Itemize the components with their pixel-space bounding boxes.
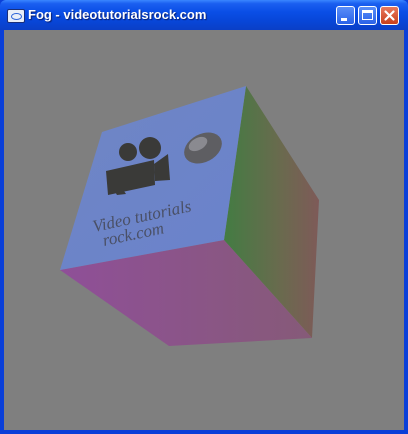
close-icon bbox=[384, 10, 395, 21]
title-bar[interactable]: Fog - videotutorialsrock.com bbox=[0, 0, 408, 30]
opengl-viewport[interactable]: Video tutorials rock.com bbox=[4, 30, 404, 430]
app-icon[interactable] bbox=[7, 9, 25, 23]
maximize-icon bbox=[362, 10, 373, 20]
fog-cube-scene: Video tutorials rock.com bbox=[60, 86, 319, 346]
close-button[interactable] bbox=[380, 6, 399, 25]
maximize-button[interactable] bbox=[358, 6, 377, 25]
minimize-icon bbox=[341, 18, 347, 21]
application-window: Fog - videotutorialsrock.com Video tutor… bbox=[0, 0, 408, 434]
minimize-button[interactable] bbox=[336, 6, 355, 25]
window-title: Fog - videotutorialsrock.com bbox=[28, 7, 207, 22]
